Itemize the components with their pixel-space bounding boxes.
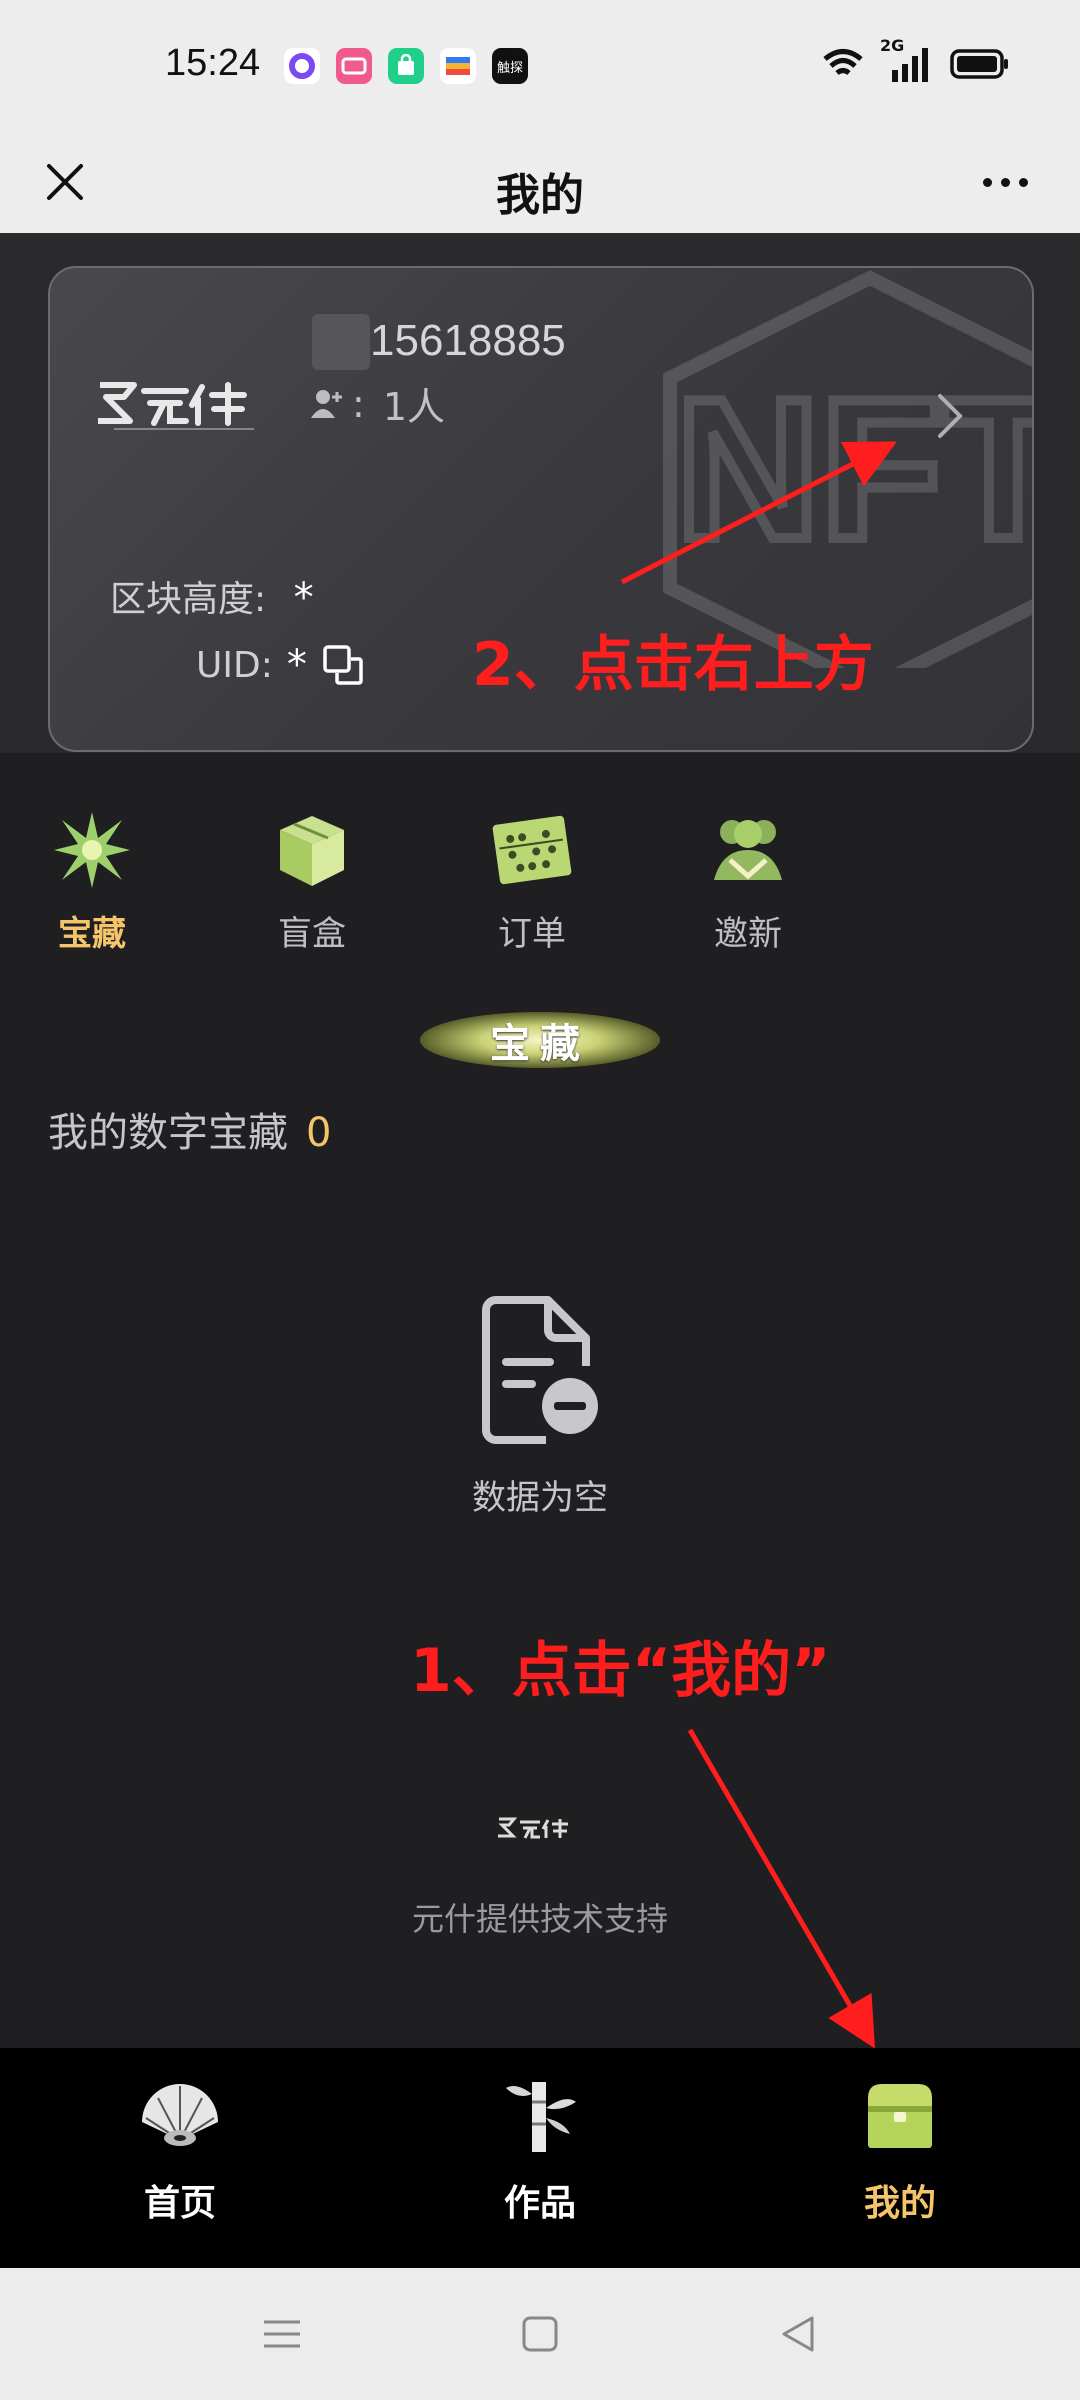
nav-mine[interactable]: 我的 [800, 2078, 1000, 2226]
brand-logo [98, 382, 254, 430]
status-bar: 15:24 触探 2G [0, 0, 1080, 133]
empty-document-icon [482, 1296, 598, 1444]
abacus-icon [492, 815, 572, 885]
feature-invite[interactable]: 邀新 [678, 810, 818, 955]
nav-works[interactable]: 作品 [440, 2078, 640, 2226]
system-navigation-bar [0, 2268, 1080, 2400]
block-height-row: 区块高度: * [110, 570, 314, 622]
feature-blind-box[interactable]: 盲盒 [242, 810, 382, 955]
signal-icon: 2G [880, 36, 930, 82]
notification-icons: 触探 [284, 48, 528, 84]
empty-state-text: 数据为空 [472, 1478, 608, 1518]
star-burst-icon [54, 812, 130, 888]
fans-row: : 1人 [310, 376, 445, 431]
annotation-step2: 2、点击右上方 [472, 630, 874, 700]
bamboo-icon [506, 2082, 576, 2152]
section-title-pill: 宝藏 [420, 1012, 660, 1068]
my-collection-label: 我的数字宝藏 [48, 1110, 288, 1156]
uid-value: * [286, 642, 307, 688]
footer-brand-logo [498, 1817, 568, 1839]
feature-row: 宝藏 盲盒 订单 邀新 [0, 810, 1080, 970]
nav-label-mine: 我的 [863, 2183, 936, 2224]
block-height-value: * [293, 575, 314, 621]
fans-separator: : [352, 381, 365, 426]
home-square-icon[interactable] [516, 2310, 564, 2358]
my-collection-count: 0 [306, 1110, 332, 1156]
nav-label-home: 首页 [143, 2183, 216, 2224]
feature-treasure[interactable]: 宝藏 [22, 810, 162, 955]
feature-label-treasure: 宝藏 [58, 914, 126, 954]
svg-text:NFT: NFT [676, 358, 1034, 581]
black-app-icon: 触探 [492, 48, 528, 84]
more-button[interactable] [970, 157, 1040, 207]
add-person-icon [311, 389, 342, 418]
wallet-icon [440, 48, 476, 84]
menu-icon[interactable] [258, 2310, 306, 2358]
annotation-arrow-step1 [687, 1728, 876, 2049]
feature-label-invite: 邀新 [714, 914, 782, 954]
copy-icon[interactable] [321, 643, 365, 687]
fans-count: 1人 [382, 385, 445, 429]
invite-people-icon [714, 820, 782, 880]
nft-watermark-icon: NFT [663, 270, 1034, 668]
treasure-box-icon [868, 2084, 932, 2148]
fan-icon [142, 2084, 218, 2146]
section-title: 宝藏 [490, 1021, 590, 1067]
bottom-nav: 首页 作品 我的 [0, 2048, 1080, 2268]
circle-app-icon [284, 48, 320, 84]
back-triangle-icon[interactable] [774, 2310, 822, 2358]
blind-box-icon [280, 816, 344, 886]
feature-label-orders: 订单 [498, 914, 566, 954]
uid-label: UID: [196, 644, 273, 686]
nav-home[interactable]: 首页 [80, 2078, 280, 2226]
card-chevron-right-icon[interactable] [930, 386, 970, 446]
feature-label-blind-box: 盲盒 [278, 914, 346, 954]
annotation-step1: 1、点击“我的” [410, 1636, 831, 1706]
status-right: 2G [822, 36, 1010, 82]
battery-icon [950, 49, 1008, 79]
uid-row: UID: * [196, 642, 365, 688]
footer-support-text: 元什提供技术支持 [411, 1900, 668, 1938]
pink-app-icon [336, 48, 372, 84]
phone-mask [312, 314, 370, 370]
block-height-label: 区块高度: [110, 579, 267, 620]
account-phone: 15618885 [370, 316, 566, 365]
nav-label-works: 作品 [503, 2183, 576, 2224]
page-title: 我的 [496, 170, 584, 221]
my-collection-row: 我的数字宝藏 0 [48, 1100, 331, 1158]
title-bar: 我的 [0, 133, 1080, 233]
wifi-icon [823, 49, 863, 76]
green-shop-icon [388, 48, 424, 84]
status-time: 15:24 [165, 42, 261, 84]
feature-orders[interactable]: 订单 [462, 810, 602, 955]
more-icon [982, 177, 992, 187]
